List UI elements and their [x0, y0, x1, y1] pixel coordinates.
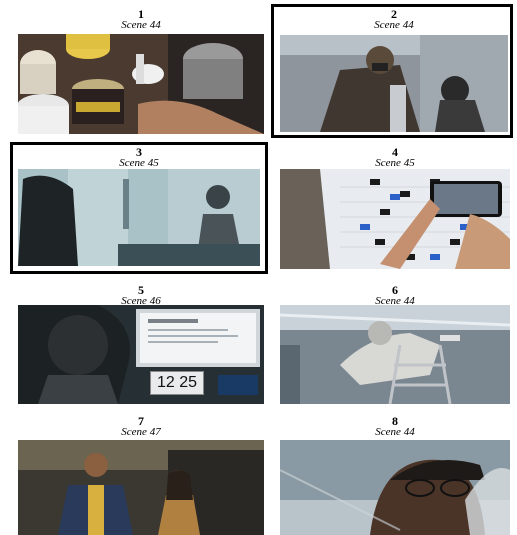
panel-8: 8 Scene 44	[280, 415, 510, 535]
panel-4: 4 Scene 45	[280, 146, 510, 270]
panel-scene-label: Scene 45	[375, 157, 415, 169]
panel-scene-label: Scene 47	[121, 426, 161, 438]
paint-cans-photo	[18, 34, 264, 134]
spray-painting-worker-photo	[280, 305, 510, 404]
clock-time-text: 12 25	[156, 374, 198, 391]
monitor-and-clock-photo: 12 25	[18, 305, 264, 404]
worker-with-respirator-photo	[280, 35, 508, 132]
person-behind-frosted-glass-photo	[18, 169, 260, 266]
panel-2: 2 Scene 44	[278, 8, 510, 134]
panel-scene-label: Scene 44	[121, 19, 161, 31]
panel-scene-label: Scene 44	[375, 426, 415, 438]
two-people-in-garage-photo	[18, 440, 264, 535]
panel-6: 6 Scene 44	[280, 284, 510, 406]
panel-1: 1 Scene 44	[18, 8, 264, 136]
panel-7: 7 Scene 47	[18, 415, 264, 535]
panel-3: 3 Scene 45	[16, 146, 262, 270]
panel-scene-label: Scene 44	[374, 19, 414, 31]
person-with-glasses-photo	[280, 440, 510, 535]
panel-5: 5 Scene 46 12 25	[18, 284, 264, 406]
panel-scene-label: Scene 45	[119, 157, 159, 169]
phone-photographing-schedule-board-photo	[280, 169, 510, 269]
digital-clock: 12 25	[150, 371, 204, 395]
